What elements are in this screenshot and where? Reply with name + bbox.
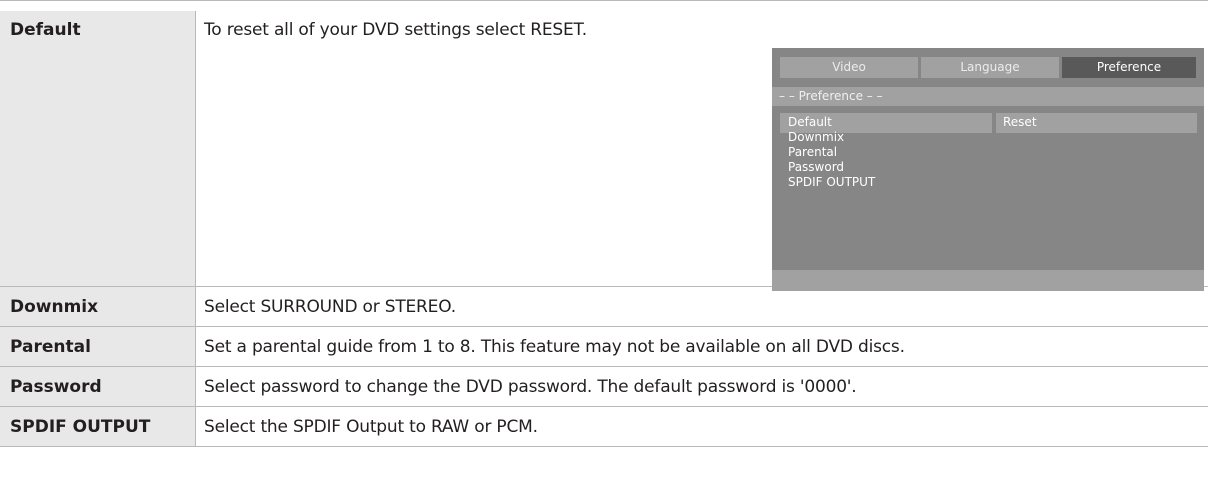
- row-description: Select the SPDIF Output to RAW or PCM.: [204, 417, 538, 437]
- table-row-default: Default To reset all of your DVD setting…: [0, 11, 1208, 291]
- table-row-parental: Parental Set a parental guide from 1 to …: [0, 327, 1208, 367]
- section-title: – – Preference – –: [772, 87, 1204, 106]
- row-description: Select password to change the DVD passwo…: [204, 377, 857, 397]
- table-row-password: Password Select password to change the D…: [0, 367, 1208, 407]
- menu-item-password: Password: [788, 160, 845, 174]
- row-description: To reset all of your DVD settings select…: [204, 20, 587, 40]
- row-label: Parental: [0, 327, 196, 366]
- row-label: Password: [0, 367, 196, 406]
- selected-value: Reset: [1003, 115, 1037, 129]
- table-row-spdif-output: SPDIF OUTPUT Select the SPDIF Output to …: [0, 407, 1208, 447]
- menu-item-default: Default: [788, 115, 832, 129]
- dvd-setup-menu-screenshot: Video Language Preference – – Preference…: [772, 48, 1204, 291]
- row-label: SPDIF OUTPUT: [0, 407, 196, 446]
- row-label: Default: [0, 11, 196, 286]
- menu-item-downmix: Downmix: [788, 130, 845, 144]
- menu-item-parental: Parental: [788, 145, 838, 159]
- row-label: Downmix: [0, 287, 196, 326]
- settings-table: Default To reset all of your DVD setting…: [0, 0, 1208, 484]
- table-row-downmix: Downmix Select SURROUND or STEREO.: [0, 287, 1208, 327]
- row-description: Set a parental guide from 1 to 8. This f…: [204, 337, 905, 357]
- row-description: Select SURROUND or STEREO.: [204, 297, 456, 317]
- menu-item-spdif-output: SPDIF OUTPUT: [788, 175, 876, 189]
- tab-video: Video: [780, 57, 918, 78]
- tab-preference: Preference: [1062, 57, 1196, 78]
- tab-language: Language: [921, 57, 1059, 78]
